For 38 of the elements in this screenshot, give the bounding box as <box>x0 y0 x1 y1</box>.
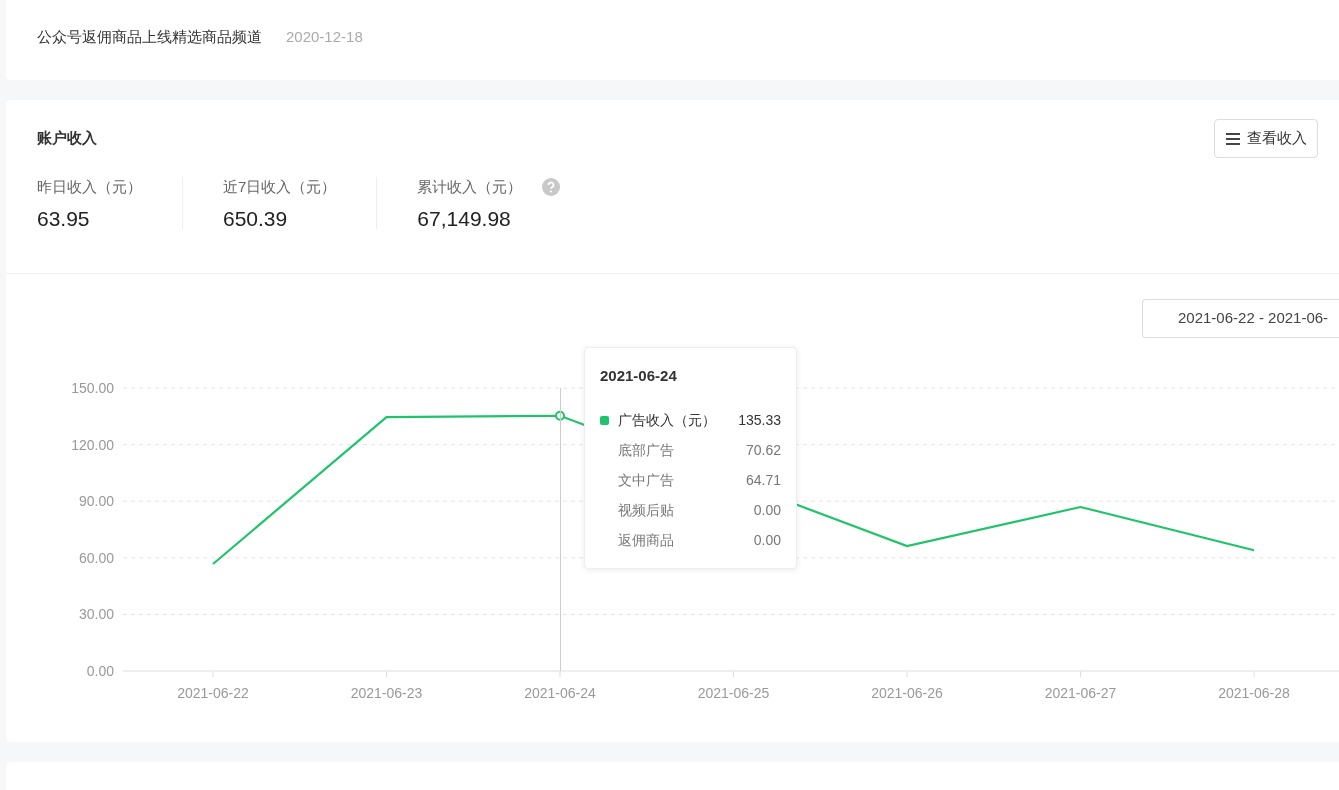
y-axis-label: 30.00 <box>78 606 114 623</box>
stat-label: 近7日收入（元） <box>223 176 337 197</box>
y-axis-label: 0.00 <box>86 663 114 679</box>
tooltip-value: 0.00 <box>753 531 781 550</box>
y-axis-label: 90.00 <box>78 493 114 510</box>
stat-value: 650.39 <box>223 206 289 232</box>
y-axis-label: 60.00 <box>78 549 114 566</box>
hover-point <box>555 410 565 421</box>
x-axis-label: 2021-06-23 <box>350 685 423 701</box>
tooltip-label: 底部广告 <box>618 441 674 460</box>
tooltip-label: 文中广告 <box>618 471 674 490</box>
x-axis-label: 2021-06-25 <box>697 685 770 701</box>
tooltip-value: 70.62 <box>745 441 781 460</box>
tooltip-value: 0.00 <box>753 501 781 520</box>
stat-label: 昨日收入（元） <box>37 176 142 197</box>
stat-label: 累计收入（元） <box>417 176 523 197</box>
x-axis-label: 2021-06-24 <box>524 685 596 701</box>
tooltip-label: 广告收入（元） <box>618 411 716 430</box>
y-axis-label: 150.00 <box>71 380 114 396</box>
x-axis-label: 2021-06-26 <box>871 685 943 701</box>
tooltip-value: 64.71 <box>745 471 781 490</box>
view-income-button[interactable]: 查看收入 <box>1214 119 1318 158</box>
x-axis-label: 2021-06-28 <box>1218 685 1290 701</box>
date-range-field[interactable]: 2021-06-22 - 2021-06- <box>1142 299 1339 338</box>
menu-icon <box>1225 131 1241 146</box>
stat-value: 67,149.98 <box>417 206 512 232</box>
help-icon[interactable] <box>542 178 561 196</box>
notice-date: 2020-12-18 <box>286 27 363 47</box>
x-axis-label: 2021-06-22 <box>177 685 249 701</box>
tooltip-title: 2021-06-24 <box>600 366 678 386</box>
notice-title[interactable]: 公众号返佣商品上线精选商品频道 <box>37 26 262 49</box>
tooltip-label: 视频后贴 <box>618 501 674 520</box>
tooltip-value: 135.33 <box>738 411 781 430</box>
x-axis-label: 2021-06-27 <box>1044 685 1117 701</box>
stat-value: 63.95 <box>37 206 91 232</box>
y-axis-label: 120.00 <box>71 436 114 453</box>
tooltip-label: 返佣商品 <box>618 531 674 550</box>
section-title: 账户收入 <box>37 128 97 149</box>
